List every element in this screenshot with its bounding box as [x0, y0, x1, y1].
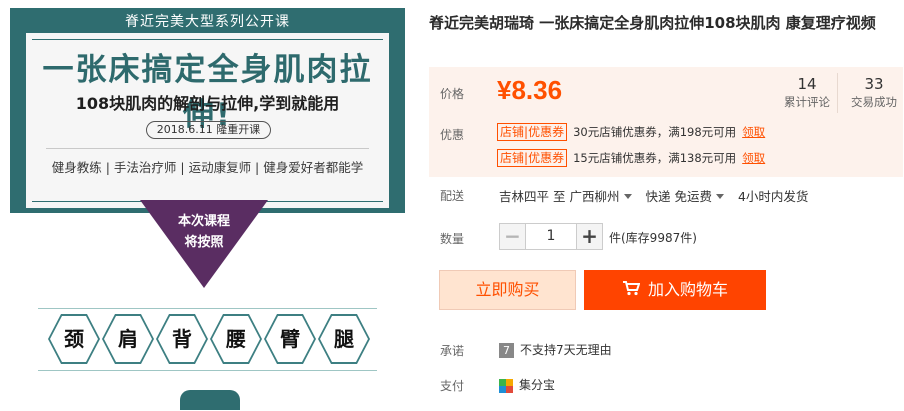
- coupon-claim-link[interactable]: 领取: [742, 125, 765, 139]
- image-title-card: 一张床搞定全身肌肉拉伸! 108块肌肉的解剖与拉伸,学到就能用 2018.6.1…: [26, 33, 389, 208]
- body-part-hex: 背: [156, 314, 208, 364]
- deals-count: 33: [864, 75, 884, 93]
- image-bottom-fragment: [180, 390, 240, 410]
- quantity-stepper: − 1 +: [499, 223, 603, 250]
- quantity-input[interactable]: 1: [526, 223, 576, 250]
- price-label: 价格: [440, 87, 465, 101]
- promise-label: 承诺: [440, 344, 465, 358]
- image-sub-title: 108块肌肉的解剖与拉伸,学到就能用: [75, 94, 340, 113]
- promise-text[interactable]: 不支持7天无理由: [520, 343, 612, 357]
- ship-to-word: 至: [553, 189, 566, 204]
- coupon-tag-type: 优惠券: [528, 151, 565, 165]
- payment-row: 集分宝: [499, 376, 555, 393]
- ship-destination-select[interactable]: 广西柳州: [570, 189, 642, 204]
- ship-from: 吉林四平: [499, 189, 550, 204]
- body-part-hex: 颈: [48, 314, 100, 364]
- promo-label: 优惠: [440, 128, 465, 142]
- product-main-image[interactable]: 脊近完美大型系列公开课 一张床搞定全身肌肉拉伸! 108块肌肉的解剖与拉伸,学到…: [10, 8, 405, 411]
- coupon-tag-shop: 店铺: [500, 125, 525, 139]
- buy-now-button[interactable]: 立即购买: [439, 270, 576, 310]
- image-audience: 健身教练 | 手法治疗师 | 运动康复师 | 健身爱好者都能学: [51, 160, 364, 175]
- ship-method-text: 快递 免运费: [645, 189, 712, 204]
- quantity-decrease-button[interactable]: −: [499, 223, 526, 250]
- stock-text: 件(库存9987件): [609, 231, 697, 245]
- coupon-tag: 店铺|优惠券: [497, 123, 568, 141]
- coupon-row: 店铺|优惠券 30元店铺优惠券，满198元可用 领取: [497, 123, 765, 143]
- card-frame-top: [32, 39, 383, 40]
- body-part-label: 腿: [320, 316, 368, 362]
- quantity-increase-button[interactable]: +: [576, 223, 603, 250]
- jifenbao-icon: [499, 378, 513, 393]
- coupon-row: 店铺|优惠券 15元店铺优惠券，满138元可用 领取: [497, 149, 765, 169]
- promise-row: 7 不支持7天无理由: [499, 341, 612, 358]
- price-box: 价格 ¥8.36 14 累计评论 33 交易成功 优惠 店铺|优惠券 30元店铺优…: [429, 67, 903, 177]
- body-parts-band: 颈 肩 背 腰 臂 腿: [10, 300, 405, 380]
- price-value: ¥8.36: [497, 75, 563, 105]
- reviews-label: 累计评论: [784, 95, 830, 109]
- ship-dispatch-time: 4小时内发货: [737, 189, 809, 204]
- ship-method-select[interactable]: 快递 免运费: [646, 189, 734, 204]
- payment-text: 集分宝: [519, 378, 556, 392]
- image-date-pill: 2018.6.11 隆重开课: [146, 121, 271, 139]
- add-to-cart-label: 加入购物车: [647, 280, 728, 299]
- coupon-claim-link[interactable]: 领取: [742, 151, 765, 165]
- coupon-text: 30元店铺优惠券，满198元可用: [573, 125, 737, 139]
- body-part-label: 背: [158, 316, 206, 362]
- hex-line-top: [38, 308, 377, 309]
- reviews-count: 14: [797, 75, 817, 93]
- body-part-label: 颈: [50, 316, 98, 362]
- body-part-label: 臂: [266, 316, 314, 362]
- cart-icon: [622, 271, 641, 311]
- coupon-tag-shop: 店铺: [500, 151, 525, 165]
- shipping-label: 配送: [440, 189, 465, 203]
- deals-label: 交易成功: [851, 95, 897, 109]
- coupon-text: 15元店铺优惠券，满138元可用: [573, 151, 737, 165]
- payment-label: 支付: [440, 379, 465, 393]
- body-part-hex: 腿: [318, 314, 370, 364]
- body-part-label: 肩: [104, 316, 152, 362]
- course-line-1: 本次课程: [177, 214, 230, 229]
- course-line-2: 将按照: [184, 235, 224, 250]
- chevron-down-icon: [715, 194, 724, 199]
- body-part-hex: 臂: [264, 314, 316, 364]
- image-banner: 脊近完美大型系列公开课 一张床搞定全身肌肉拉伸! 108块肌肉的解剖与拉伸,学到…: [10, 8, 405, 213]
- reviews-stat[interactable]: 14 累计评论: [777, 75, 837, 111]
- card-divider: [46, 148, 369, 149]
- shipping-row: 吉林四平 至 广西柳州 快递 免运费 4小时内发货: [499, 186, 808, 205]
- stats-divider: [837, 73, 838, 113]
- hex-line-bottom: [38, 370, 377, 371]
- ship-destination-text: 广西柳州: [569, 189, 620, 204]
- body-part-label: 腰: [212, 316, 260, 362]
- no-return-icon: 7: [499, 343, 514, 358]
- body-part-hex: 腰: [210, 314, 262, 364]
- coupon-tag: 店铺|优惠券: [497, 149, 568, 167]
- body-part-hex: 肩: [102, 314, 154, 364]
- series-banner-text: 脊近完美大型系列公开课: [125, 14, 290, 30]
- chevron-down-icon: [623, 194, 632, 199]
- add-to-cart-button[interactable]: 加入购物车: [584, 270, 766, 310]
- deals-stat[interactable]: 33 交易成功: [844, 75, 904, 111]
- coupon-tag-type: 优惠券: [528, 125, 565, 139]
- quantity-label: 数量: [440, 232, 465, 246]
- product-title: 脊近完美胡瑞琦 一张床搞定全身肌肉拉伸108块肌肉 康复理疗视频: [429, 14, 876, 32]
